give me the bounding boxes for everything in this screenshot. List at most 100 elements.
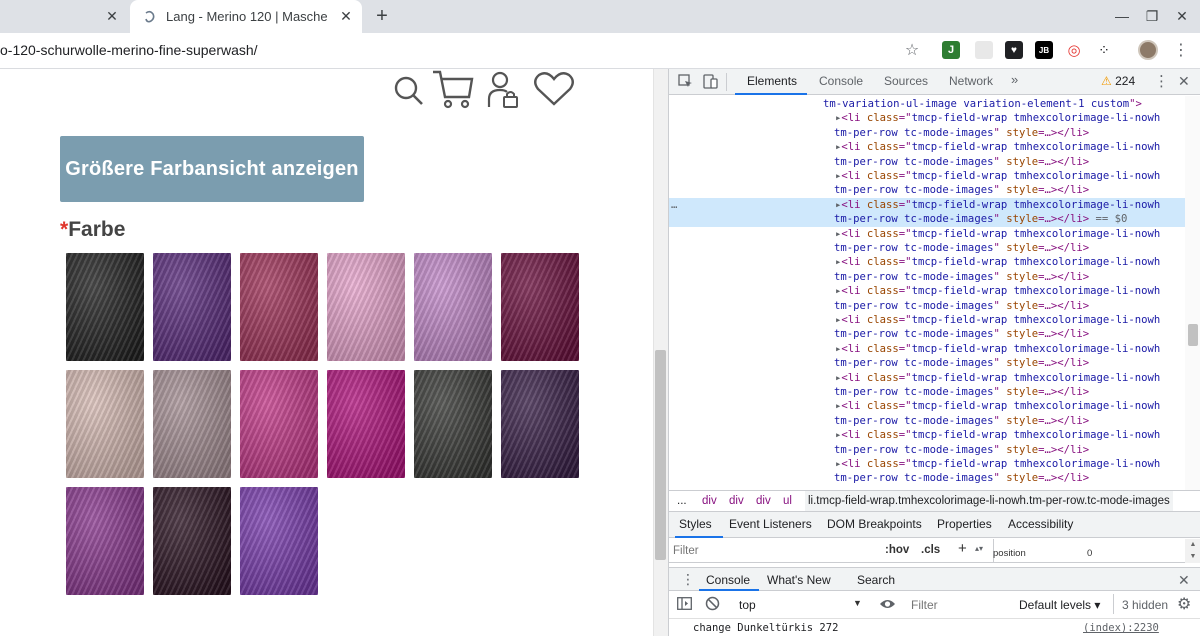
dom-node-line[interactable]: tm-per-row tc-mode-images" style=…></li> [669,126,1185,140]
dom-node-line[interactable]: ▸<li class="tmcp-field-wrap tmhexcolorim… [669,457,1185,471]
color-swatch-dark-plum[interactable] [153,487,231,595]
cart-icon[interactable] [432,69,474,114]
tab-network[interactable]: Network [949,74,993,88]
color-swatch-violet[interactable] [153,253,231,361]
breadcrumb-item[interactable]: ... [677,491,687,511]
dom-node-line[interactable]: ▸<li class="tmcp-field-wrap tmhexcolorim… [669,227,1185,241]
tab-elements[interactable]: Elements [747,74,797,88]
dom-node-line[interactable]: ▸<li class="tmcp-field-wrap tmhexcolorim… [669,111,1185,125]
tab-accessibility[interactable]: Accessibility [1008,517,1073,531]
clear-console-icon[interactable] [705,596,720,614]
breadcrumb-item[interactable]: ul [783,491,792,511]
live-expression-eye-icon[interactable] [879,597,896,614]
browser-menu-icon[interactable]: ⋮ [1173,40,1189,60]
devtools-menu-icon[interactable]: ⋮ [1154,72,1169,90]
dom-node-line[interactable]: tm-per-row tc-mode-images" style=…></li> [669,155,1185,169]
close-window-icon[interactable]: ✕ [1172,6,1192,26]
dom-node-line[interactable]: tm-per-row tc-mode-images" style=…></li> [669,414,1185,428]
extension-target-icon[interactable]: ◎ [1065,41,1083,59]
extensions-puzzle-icon[interactable]: ⁘ [1095,41,1113,59]
color-swatch-light-pink[interactable] [327,253,405,361]
console-message-source[interactable]: (index):2230 [1083,622,1159,634]
dom-node-line[interactable]: ▸<li class="tmcp-field-wrap tmhexcolorim… [669,399,1185,413]
drawer-tab-whats-new[interactable]: What's New [767,573,831,587]
tab-merino-120[interactable]: Lang - Merino 120 | Masche ✕ [130,0,362,33]
close-tab-icon[interactable]: ✕ [336,8,356,25]
dom-node-line[interactable]: ▸<li class="tmcp-field-wrap tmhexcolorim… [669,284,1185,298]
dom-node-line[interactable]: ▸<li class="tmcp-field-wrap tmhexcolorim… [669,342,1185,356]
color-swatch-black[interactable] [66,253,144,361]
dom-node-line[interactable]: tm-per-row tc-mode-images" style=…></li> [669,241,1185,255]
devtools-close-icon[interactable]: ✕ [1178,73,1190,90]
minimize-icon[interactable]: — [1112,6,1132,26]
tab-sources[interactable]: Sources [884,74,928,88]
dom-node-line[interactable]: tm-per-row tc-mode-images" style=…></li> [669,327,1185,341]
inspect-element-icon[interactable] [678,74,693,92]
context-dropdown-icon[interactable]: ▼ [853,598,862,608]
dom-scrollbar-thumb[interactable] [1188,324,1198,346]
console-sidebar-icon[interactable] [677,597,692,613]
dom-node-line[interactable]: ▸<li class="tmcp-field-wrap tmhexcolorim… [669,169,1185,183]
node-actions-ellipsis[interactable]: … [671,198,677,212]
dom-node-line[interactable]: tm-per-row tc-mode-images" style=…></li> [669,385,1185,399]
more-tabs-button[interactable]: » [1011,72,1018,87]
address-bar[interactable]: o-120-schurwolle-merino-fine-superwash/ [0,42,258,58]
color-swatch-blush[interactable] [66,370,144,478]
tab-dom-breakpoints[interactable]: DOM Breakpoints [827,517,922,531]
context-selector[interactable]: top [739,598,756,612]
dom-scrollbar[interactable] [1185,96,1200,490]
dom-node-line[interactable]: tm-per-row tc-mode-images" style=…></li> [669,443,1185,457]
breadcrumb-item[interactable]: div [756,491,771,511]
page-scrollbar-thumb[interactable] [655,350,666,560]
dom-node-line[interactable]: ▸<li class="tmcp-field-wrap tmhexcolorim… [669,428,1185,442]
styles-scrollbar[interactable]: ▲ ▼ [1185,539,1200,563]
account-icon[interactable] [486,71,520,114]
color-swatch-charcoal[interactable] [414,370,492,478]
color-swatch-magenta[interactable] [327,370,405,478]
profile-avatar[interactable] [1138,40,1158,60]
breadcrumb-item[interactable]: li.tmcp-field-wrap.tmhexcolorimage-li-no… [805,491,1173,511]
color-swatch-purple[interactable] [240,487,318,595]
drawer-close-icon[interactable]: ✕ [1178,572,1190,589]
device-toggle-icon[interactable] [703,74,718,92]
bookmark-star-icon[interactable]: ☆ [903,41,921,59]
dom-node-line[interactable]: tm-per-row tc-mode-images" style=…></li> [669,183,1185,197]
drawer-menu-icon[interactable]: ⋮ [681,571,695,588]
extension-jabref-icon[interactable]: J [942,41,960,59]
close-tab-icon[interactable]: ✕ [102,8,122,25]
breadcrumb-item[interactable]: div [729,491,744,511]
tab-previous[interactable]: ✕ [0,0,130,33]
tab-event-listeners[interactable]: Event Listeners [729,517,812,531]
color-swatch-lilac[interactable] [414,253,492,361]
dom-node-line[interactable]: ▸<li class="tmcp-field-wrap tmhexcolorim… [669,197,1185,213]
color-swatch-orchid[interactable] [66,487,144,595]
console-settings-gear-icon[interactable]: ⚙ [1177,594,1191,614]
new-tab-button[interactable]: + [370,4,394,28]
extension-jetbrains-icon[interactable]: JB [1035,41,1053,59]
breadcrumb-item[interactable]: div [702,491,717,511]
wishlist-heart-icon[interactable] [533,71,575,112]
extension-grid-icon[interactable] [975,41,993,59]
larger-color-view-button[interactable]: Größere Farbansicht anzeigen [60,136,364,202]
drawer-tab-search[interactable]: Search [857,573,895,587]
drawer-tab-console[interactable]: Console [706,573,750,587]
add-style-rule-button[interactable]: + [958,540,967,557]
styles-filter-input[interactable] [673,542,873,560]
class-toggle[interactable]: .cls [921,544,940,556]
console-filter-input[interactable] [911,595,1011,614]
color-swatch-fuchsia[interactable] [240,370,318,478]
color-swatch-raspberry[interactable] [240,253,318,361]
dom-node-line[interactable]: ▸<li class="tmcp-field-wrap tmhexcolorim… [669,313,1185,327]
tab-properties[interactable]: Properties [937,517,992,531]
color-swatch-mauve-grey[interactable] [153,370,231,478]
log-levels-dropdown[interactable]: Default levels ▾ [1019,598,1100,612]
dom-node-line[interactable]: tm-per-row tc-mode-images" style=…></li> [669,471,1185,485]
issues-badge[interactable]: ⚠ 224 [1101,74,1135,88]
hover-state-toggle[interactable]: :hov [885,544,909,556]
search-icon[interactable] [393,75,425,112]
dom-node-line[interactable]: ▸<li class="tmcp-field-wrap tmhexcolorim… [669,255,1185,269]
extension-pocket-icon[interactable]: ♥ [1005,41,1023,59]
tab-styles[interactable]: Styles [679,517,712,531]
dom-node-line[interactable]: tm-per-row tc-mode-images" style=…></li> [669,270,1185,284]
maximize-icon[interactable]: ❐ [1142,6,1162,26]
